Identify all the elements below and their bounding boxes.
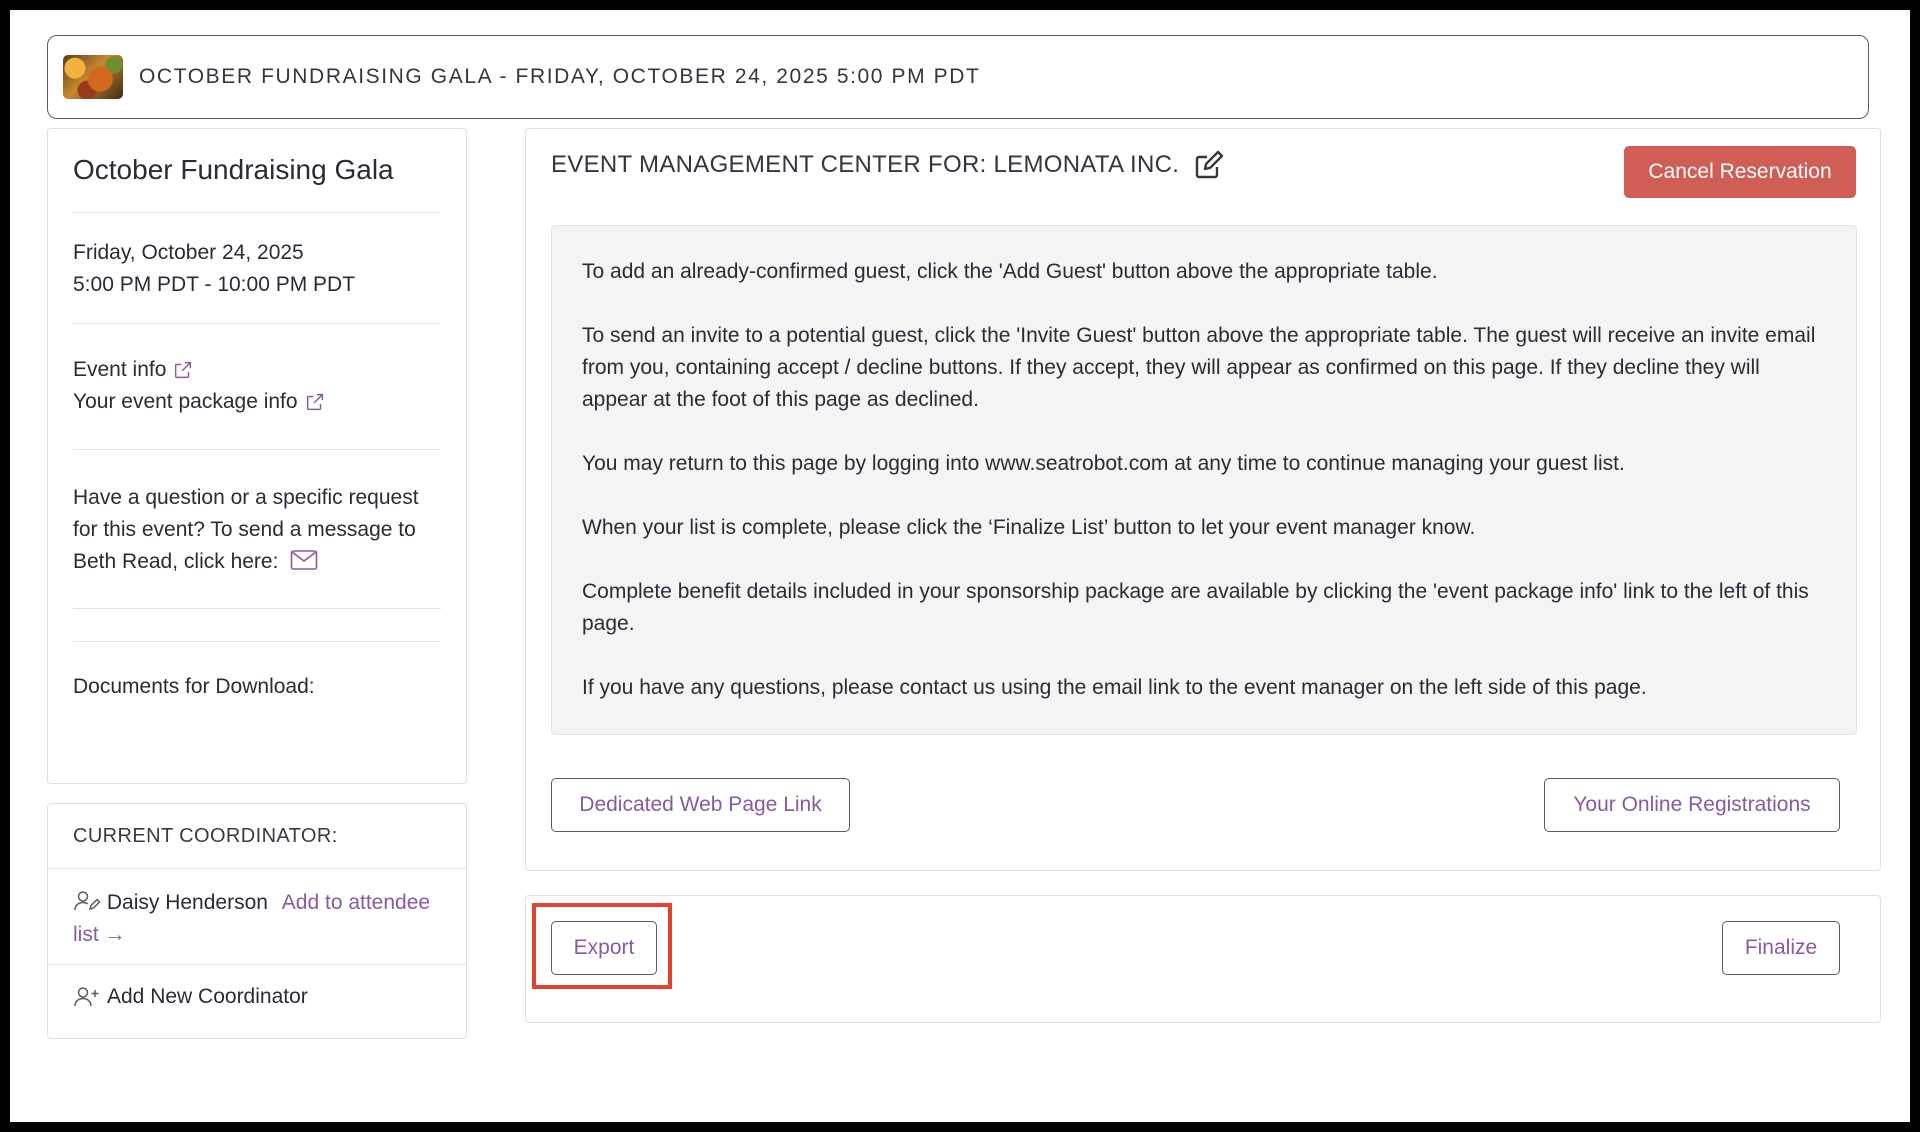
- instructions-panel: To add an already-confirmed guest, click…: [551, 225, 1857, 735]
- instruction-text: To send an invite to a potential guest, …: [582, 324, 1816, 411]
- event-header-title: OCTOBER FUNDRAISING GALA - FRIDAY, OCTOB…: [139, 65, 981, 88]
- event-name: October Fundraising Gala: [73, 154, 394, 185]
- arrow-right-icon: →: [104, 923, 126, 946]
- instruction-text: To add an already-confirmed guest, click…: [582, 260, 1438, 283]
- question-block: Have a question or a specific request fo…: [73, 482, 441, 578]
- event-info-label: Event info: [73, 358, 167, 381]
- user-plus-icon: [74, 987, 99, 1007]
- external-link-icon: [175, 361, 192, 379]
- event-date-time: Friday, October 24, 2025 5:00 PM PDT - 1…: [73, 237, 441, 301]
- event-thumbnail-image: [63, 55, 123, 99]
- finalize-button[interactable]: Finalize: [1722, 921, 1840, 975]
- divider: [73, 449, 441, 450]
- external-link-icon: [306, 393, 323, 411]
- package-info-link[interactable]: Your event package info: [73, 386, 441, 418]
- instruction-text: When your list is complete, please click…: [582, 516, 1476, 539]
- event-time: 5:00 PM PDT - 10:00 PM PDT: [73, 273, 356, 296]
- management-header: EVENT MANAGEMENT CENTER FOR: LEMONATA IN…: [551, 149, 1225, 181]
- instruction-text: If you have any questions, please contac…: [582, 676, 1647, 699]
- app-frame: OCTOBER FUNDRAISING GALA - FRIDAY, OCTOB…: [10, 10, 1910, 1122]
- dedicated-web-page-link-button[interactable]: Dedicated Web Page Link: [551, 778, 850, 832]
- divider: [73, 212, 441, 213]
- question-text: Have a question or a specific request fo…: [73, 486, 419, 573]
- event-management-card: EVENT MANAGEMENT CENTER FOR: LEMONATA IN…: [525, 128, 1881, 871]
- divider: [73, 641, 441, 642]
- actions-card: Export Finalize: [525, 895, 1881, 1023]
- package-info-label: Your event package info: [73, 390, 298, 413]
- event-header-bar: OCTOBER FUNDRAISING GALA - FRIDAY, OCTOB…: [47, 35, 1869, 119]
- envelope-icon[interactable]: [290, 549, 318, 571]
- event-details-card: October Fundraising Gala Friday, October…: [47, 128, 467, 784]
- instruction-text: You may return to this page by logging i…: [582, 452, 1625, 475]
- export-button[interactable]: Export: [551, 921, 657, 975]
- coordinator-card: CURRENT COORDINATOR: Daisy Henderson Add…: [47, 803, 467, 1039]
- user-edit-icon: [74, 891, 101, 911]
- instruction-text: Complete benefit details included in you…: [582, 580, 1809, 635]
- coordinator-name: Daisy Henderson: [106, 891, 268, 914]
- online-registrations-button[interactable]: Your Online Registrations: [1544, 778, 1840, 832]
- documents-label: Documents for Download:: [73, 675, 315, 698]
- edit-icon[interactable]: [1193, 149, 1225, 181]
- add-new-coordinator-button[interactable]: Add New Coordinator: [48, 965, 466, 1029]
- management-title: EVENT MANAGEMENT CENTER FOR: LEMONATA IN…: [551, 151, 1180, 178]
- event-info-link[interactable]: Event info: [73, 354, 441, 386]
- divider: [73, 608, 441, 609]
- cancel-reservation-button[interactable]: Cancel Reservation: [1624, 146, 1856, 198]
- coordinator-heading: CURRENT COORDINATOR:: [48, 804, 466, 869]
- divider: [73, 323, 441, 324]
- add-new-coordinator-label: Add New Coordinator: [107, 985, 308, 1008]
- coordinator-row: Daisy Henderson Add to attendee list →: [48, 869, 466, 965]
- event-date: Friday, October 24, 2025: [73, 241, 304, 264]
